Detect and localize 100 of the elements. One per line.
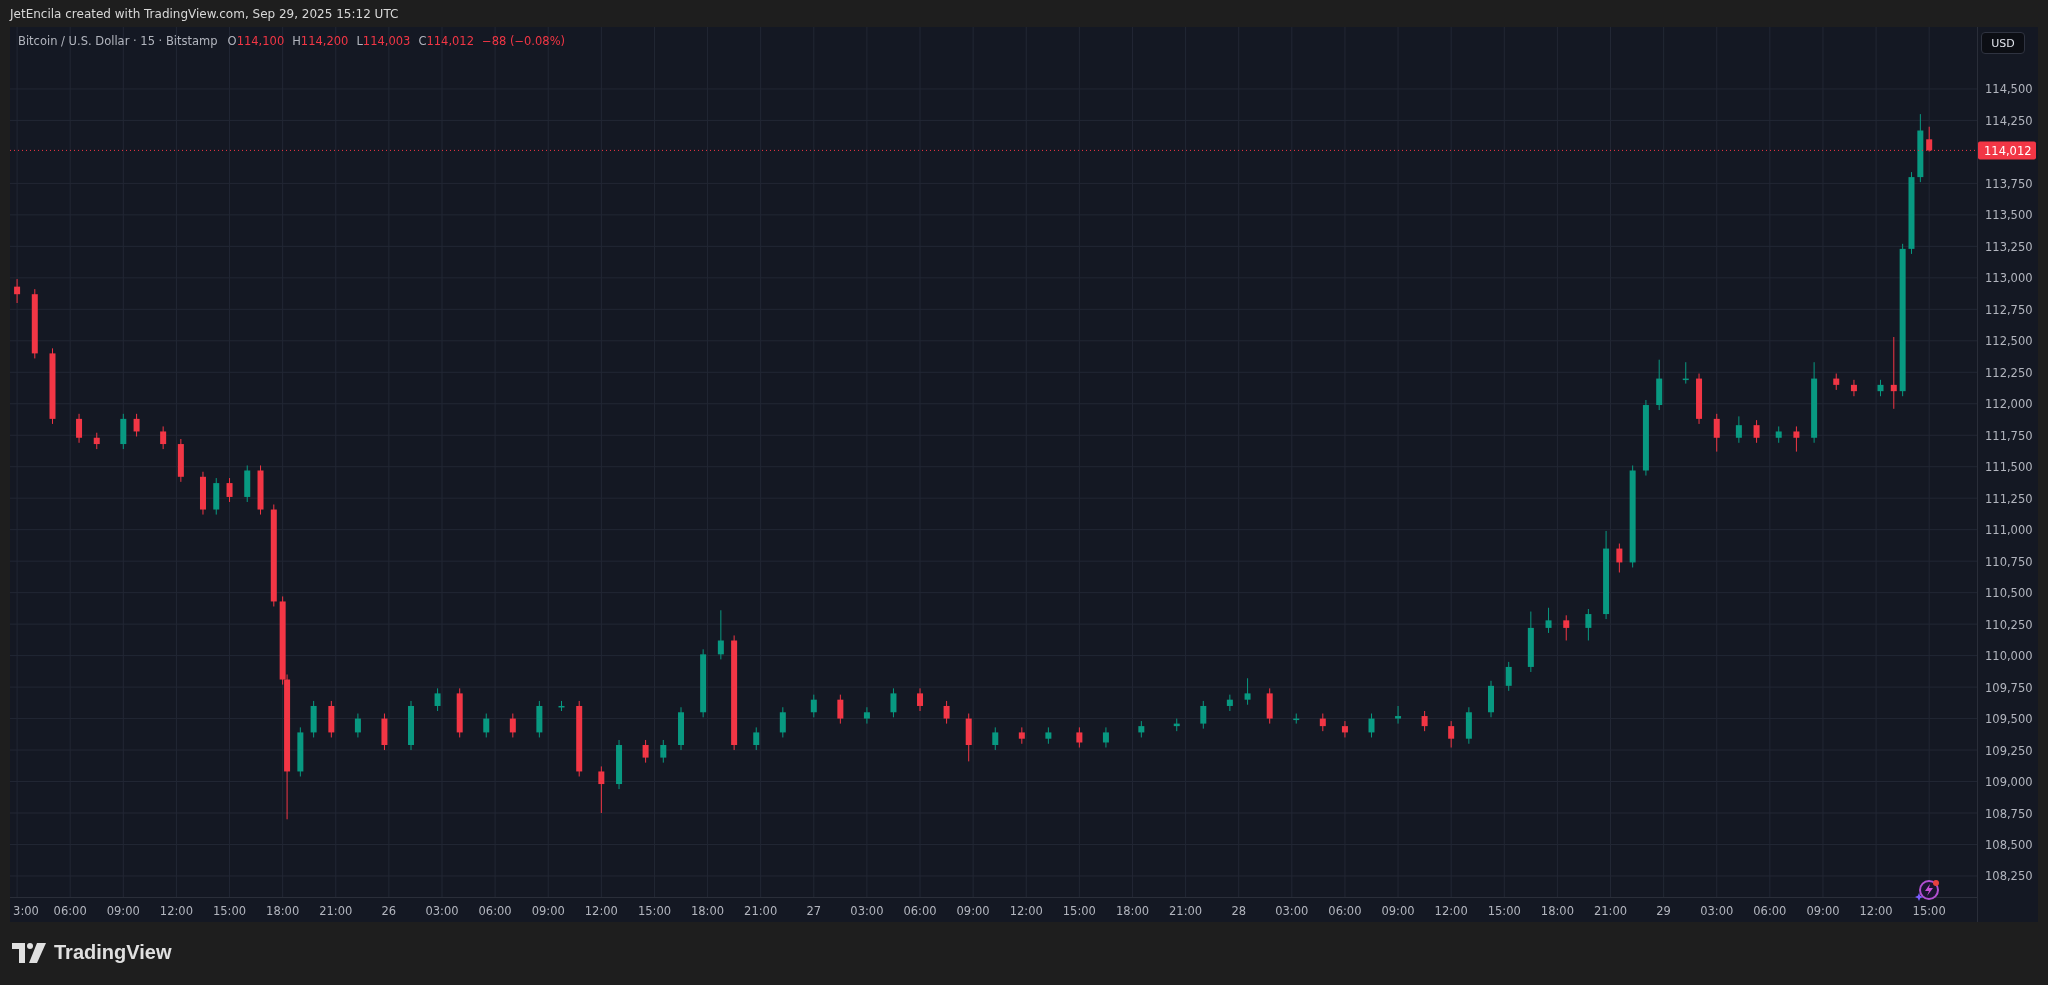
price-tick-label: 108,500: [1985, 838, 2033, 852]
candlestick: [1850, 379, 1857, 397]
candlestick: [717, 609, 724, 660]
candlestick: [1917, 113, 1924, 183]
candlestick: [1527, 611, 1534, 673]
candlestick: [536, 700, 543, 738]
time-tick-label: 15:00: [1487, 904, 1521, 918]
candlestick: [310, 700, 317, 738]
currency-button[interactable]: USD: [1981, 32, 2025, 54]
time-tick-label: 06:00: [53, 904, 87, 918]
candlestick: [1833, 373, 1840, 391]
candlestick: [133, 413, 140, 437]
candlestick: [1682, 361, 1689, 385]
price-tick-label: 108,750: [1985, 806, 2033, 821]
brand-logo-icon: [12, 942, 46, 963]
candlestick: [76, 413, 83, 444]
time-tick-label: 06:00: [1328, 904, 1362, 918]
time-tick-label: 15:00: [637, 904, 672, 918]
price-tick-label: 114,250: [1985, 113, 2033, 128]
price-tick-label: 112,500: [1985, 334, 2033, 349]
candlestick: [483, 713, 490, 738]
price-tick-label: 113,750: [1985, 176, 2033, 191]
candlestick: [1226, 694, 1233, 712]
candlestick: [1076, 726, 1083, 749]
time-tick-label: 12:00: [159, 904, 193, 918]
candlestick: [943, 700, 950, 725]
chart-caption: JetEncila created with TradingView.com, Sep 29, 2025 15:12 UTC: [10, 6, 399, 21]
candlestick: [1341, 720, 1348, 738]
candlestick: [1293, 713, 1300, 725]
time-tick-label: 03:00: [425, 904, 459, 918]
candlestick: [456, 687, 463, 738]
candlestick: [837, 694, 844, 725]
price-tick-label: 111,500: [1985, 460, 2033, 475]
candlestick: [1102, 726, 1109, 749]
candlestick: [753, 726, 760, 751]
candlestick: [381, 713, 388, 751]
ohlc-label: O: [227, 34, 237, 48]
ohlc-value: 114,100: [236, 34, 285, 48]
symbol-title: Bitcoin / U.S. Dollar · 15 · Bitstamp: [18, 34, 218, 48]
time-tick-label: 26: [381, 904, 397, 918]
candlestick: [244, 464, 251, 503]
candlestick: [297, 726, 304, 777]
price-tick-label: 109,000: [1985, 775, 2033, 790]
brand-name: TradingView: [54, 941, 172, 964]
candlestick: [354, 713, 361, 738]
candlestick: [1244, 677, 1251, 706]
time-tick-label: 09:00: [531, 904, 565, 918]
time-tick-label: 21:00: [1593, 904, 1628, 918]
candlestick: [1713, 413, 1720, 453]
time-tick-label: 21:00: [319, 904, 353, 918]
ohlc-label: L: [356, 34, 363, 48]
time-tick-label: 28: [1231, 904, 1247, 918]
candlestick: [642, 739, 649, 764]
price-tick-label: 114,500: [1985, 82, 2033, 97]
candlestick: [598, 765, 605, 814]
candlestick: [1545, 607, 1552, 634]
last-price-badge: 114,012: [1978, 141, 2036, 160]
lightning-icon[interactable]: [1915, 880, 1939, 902]
candlestick: [1696, 373, 1703, 425]
time-tick-label: 12:00: [584, 904, 618, 918]
time-tick-label: 03:00: [1275, 904, 1309, 918]
price-tick-label: 111,250: [1985, 491, 2033, 506]
time-tick-label: 03:00: [1700, 904, 1734, 918]
candlestick: [226, 477, 233, 503]
time-tick-label: 09:00: [1381, 904, 1415, 918]
candlestick: [177, 438, 184, 483]
candlestick: [1926, 126, 1933, 153]
price-tick-label: 109,750: [1985, 680, 2033, 695]
candlestick: [257, 464, 264, 516]
candlestick: [1585, 608, 1592, 641]
candlestick: [660, 739, 667, 764]
time-tick-label: 3:00: [13, 904, 39, 918]
candlestick: [1018, 726, 1025, 745]
candlestick: [810, 694, 817, 718]
candlestick: [678, 706, 684, 751]
ohlc-value: 114,012: [426, 34, 474, 48]
price-tick-label: 112,750: [1985, 302, 2033, 317]
candlestick: [558, 700, 565, 712]
candlestick: [120, 413, 127, 450]
candlestick: [700, 648, 707, 718]
candlestick: [917, 687, 924, 712]
ref-line-label: 114,012: [1984, 143, 2032, 158]
candlestick: [200, 471, 206, 516]
time-tick-label: 15:00: [1062, 904, 1096, 918]
candlestick: [1793, 425, 1800, 453]
price-tick-label: 110,250: [1985, 617, 2033, 632]
price-change: −88 (−0.08%): [482, 34, 566, 48]
candlestick: [1465, 706, 1472, 745]
ohlc-value: 114,200: [300, 34, 349, 48]
candlestick: [1505, 661, 1512, 692]
candlestick: [1735, 415, 1742, 444]
time-tick-label: 18:00: [691, 904, 725, 918]
price-tick-label: 111,750: [1985, 428, 2033, 443]
time-tick-label: 18:00: [1115, 904, 1150, 918]
candlestick: [160, 425, 167, 450]
candlestick: [213, 477, 220, 516]
time-tick-label: 03:00: [850, 904, 884, 918]
time-tick-label: 21:00: [744, 904, 778, 918]
candlestick: [779, 706, 786, 738]
candlestick: [14, 278, 21, 304]
